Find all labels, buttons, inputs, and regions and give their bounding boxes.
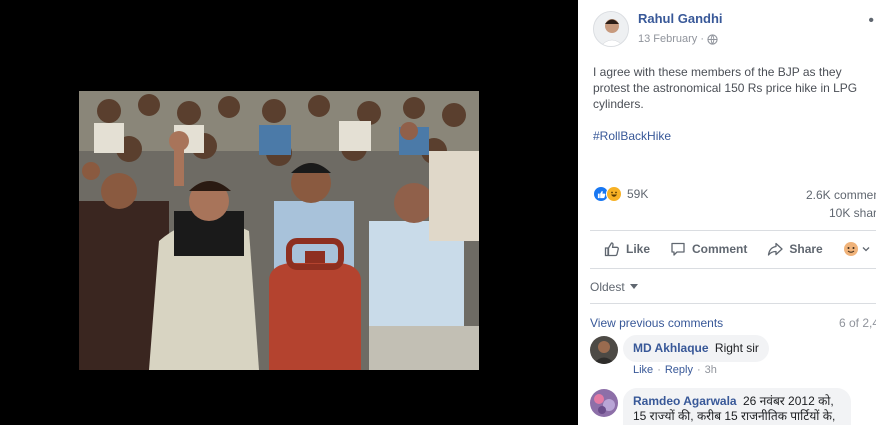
comments-count[interactable]: 2.6K comments bbox=[806, 188, 876, 202]
author-name[interactable]: Rahul Gandhi bbox=[638, 11, 723, 26]
share-button[interactable]: Share bbox=[767, 241, 823, 257]
avatar-image bbox=[594, 12, 628, 46]
haha-reaction-icon bbox=[606, 186, 622, 202]
reaction-summary[interactable]: 59K bbox=[593, 186, 648, 202]
comment-icon bbox=[671, 242, 685, 256]
facebook-photo-viewer: Rahul Gandhi 13 February · • I agree wit… bbox=[0, 0, 876, 425]
comment-bubble: Ramdeo Agarwala 26 नवंबर 2012 को, 15 राज… bbox=[623, 388, 851, 425]
post-message: I agree with these members of the BJP as… bbox=[593, 65, 858, 111]
like-icon bbox=[604, 242, 619, 257]
author-avatar[interactable] bbox=[593, 11, 629, 47]
comment-reply-link[interactable]: Reply bbox=[665, 364, 693, 376]
like-label: Like bbox=[626, 242, 651, 256]
comment-label: Comment bbox=[692, 242, 748, 256]
post-meta: 13 February · bbox=[638, 33, 718, 45]
divider bbox=[590, 268, 876, 269]
comment-like-link[interactable]: Like bbox=[633, 364, 653, 376]
photo-viewer bbox=[0, 0, 578, 425]
separator: · bbox=[657, 364, 661, 376]
avatar-image bbox=[590, 389, 618, 417]
post-photo[interactable] bbox=[79, 91, 479, 370]
view-previous-comments-link[interactable]: View previous comments bbox=[590, 316, 723, 330]
globe-icon bbox=[707, 33, 718, 45]
commenter-avatar[interactable] bbox=[590, 336, 618, 364]
post-action-bar: Like Comment Share bbox=[590, 232, 876, 266]
post-options-menu[interactable]: • bbox=[868, 12, 874, 30]
reaction-picker-button[interactable] bbox=[843, 241, 870, 257]
like-button[interactable]: Like bbox=[604, 241, 650, 257]
post-side-panel: Rahul Gandhi 13 February · • I agree wit… bbox=[578, 0, 876, 425]
meta-separator: · bbox=[700, 33, 704, 45]
hashtag-link[interactable]: #RollBackHike bbox=[593, 129, 671, 143]
comments-pager: 6 of 2,4 bbox=[839, 316, 876, 330]
divider bbox=[590, 230, 876, 231]
chevron-down-icon bbox=[862, 247, 870, 252]
comment-actions: Like · Reply · 3h bbox=[633, 364, 717, 376]
avatar-image bbox=[590, 336, 618, 364]
comment-button[interactable]: Comment bbox=[670, 241, 747, 257]
comment-author[interactable]: Ramdeo Agarwala bbox=[633, 394, 737, 408]
comment-text: Right sir bbox=[714, 341, 759, 355]
protest-photo-illustration bbox=[79, 91, 479, 370]
comment-bubble: MD Akhlaque Right sir bbox=[623, 335, 769, 362]
sort-label: Oldest bbox=[590, 280, 625, 294]
commenter-avatar[interactable] bbox=[590, 389, 618, 417]
separator: · bbox=[696, 364, 701, 376]
shares-count[interactable]: 10K shares bbox=[829, 206, 876, 220]
share-icon bbox=[768, 242, 784, 256]
comment-author[interactable]: MD Akhlaque bbox=[633, 341, 709, 355]
viewer-avatar-icon bbox=[843, 242, 858, 256]
divider bbox=[590, 303, 876, 304]
reaction-count: 59K bbox=[627, 187, 649, 201]
caret-down-icon bbox=[629, 284, 638, 289]
comment-sort-dropdown[interactable]: Oldest bbox=[590, 280, 638, 294]
comment-timestamp[interactable]: 3h bbox=[705, 364, 717, 376]
post-date[interactable]: 13 February bbox=[638, 33, 697, 45]
share-label: Share bbox=[789, 242, 823, 256]
